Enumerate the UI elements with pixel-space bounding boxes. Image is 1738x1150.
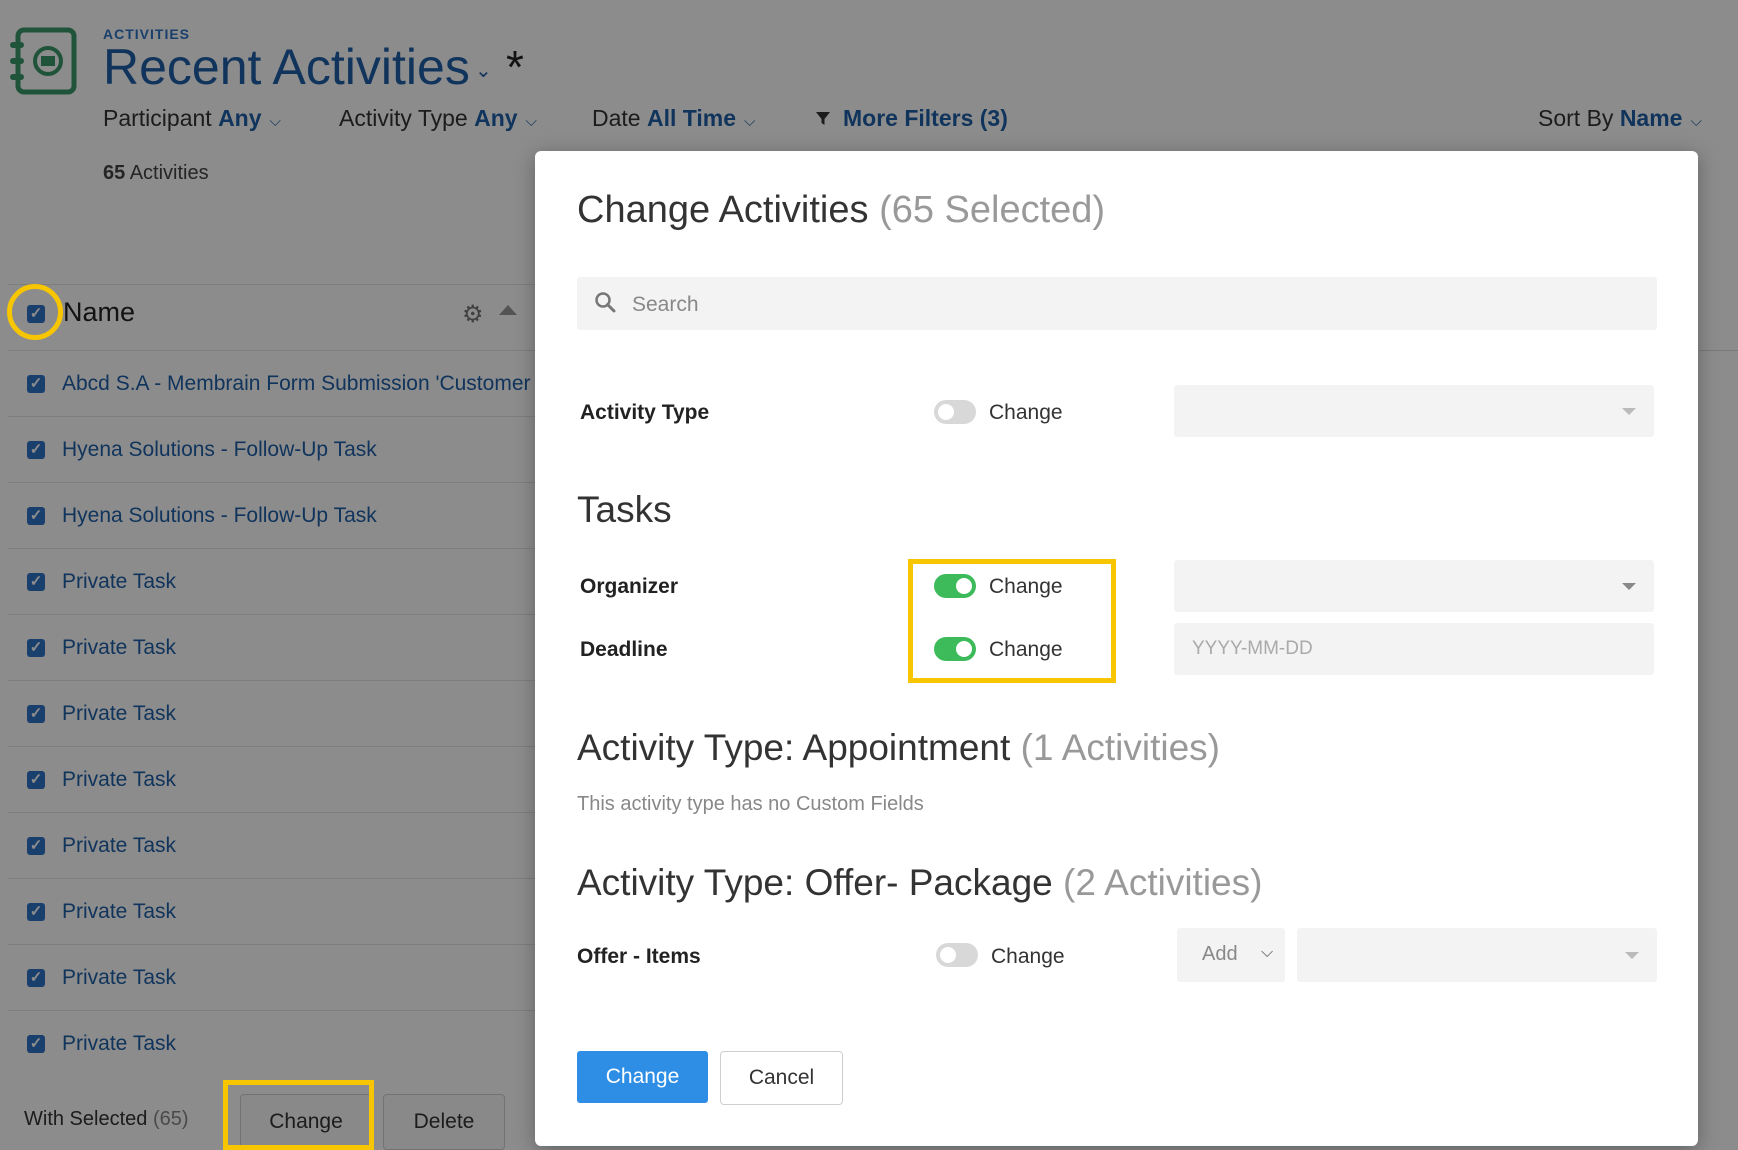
toggle-knob [938,404,954,420]
offer-items-change-toggle[interactable] [936,943,978,967]
dialog-title: Change Activities (65 Selected) [577,189,1105,232]
offer-package-heading-count: (2 Activities) [1063,862,1263,903]
highlight-circle-select-all [7,284,63,340]
activity-type-change-label: Change [989,401,1063,424]
activity-type-change-toggle[interactable] [934,400,976,424]
appointment-heading: Activity Type: Appointment (1 Activities… [577,727,1220,769]
field-search-input[interactable] [630,289,1634,321]
toggle-knob [940,947,956,963]
highlight-box-change-button [223,1080,374,1150]
caret-down-icon [1622,408,1636,415]
deadline-field-label: Deadline [580,638,668,661]
search-icon [594,291,616,318]
caret-down-icon [1625,952,1639,959]
offer-items-mode-value: Add [1202,943,1238,965]
offer-items-select[interactable] [1297,928,1657,982]
offer-package-heading-text: Activity Type: Offer- Package [577,862,1053,903]
appointment-no-fields-note: This activity type has no Custom Fields [577,793,924,815]
offer-items-field-label: Offer - Items [577,945,701,968]
deadline-date-input[interactable] [1174,623,1654,675]
chevron-down-icon: ⌵ [1261,944,1274,961]
activity-type-field-label: Activity Type [580,401,710,424]
highlight-box-task-toggles [908,559,1116,683]
dialog-title-text: Change Activities [577,189,869,231]
organizer-field-label: Organizer [580,575,679,598]
appointment-heading-count: (1 Activities) [1020,727,1220,768]
dialog-cancel-button[interactable]: Cancel [720,1051,843,1105]
offer-package-heading: Activity Type: Offer- Package (2 Activit… [577,862,1262,904]
offer-items-change-label: Change [991,945,1065,968]
activity-type-select[interactable] [1174,385,1654,437]
appointment-heading-text: Activity Type: Appointment [577,727,1011,768]
dialog-change-button[interactable]: Change [577,1051,708,1103]
offer-items-mode-select[interactable]: Add ⌵ [1177,928,1285,982]
organizer-select[interactable] [1174,560,1654,612]
caret-down-icon [1622,583,1636,590]
tasks-heading: Tasks [577,489,672,530]
dialog-title-count: (65 Selected) [879,189,1106,231]
